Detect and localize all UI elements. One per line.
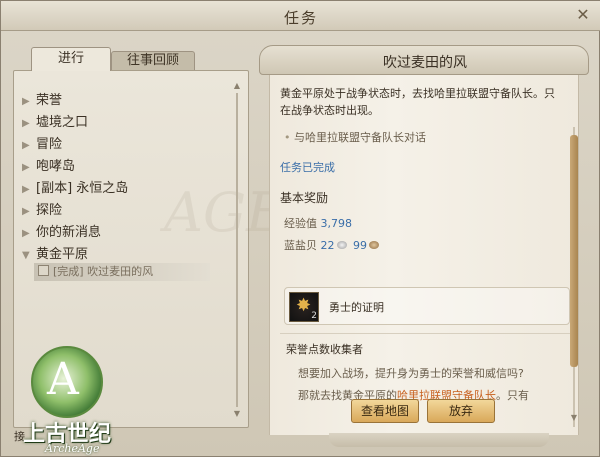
quest-title: 吹过麦田的风 [383, 55, 467, 71]
quest-description: 黄金平原处于战争状态时，去找哈里拉联盟守备队长。只在战争状态时出现。 [280, 87, 555, 117]
next-quest-title: 荣誉点数收集者 [286, 343, 363, 356]
category-label: 冒险 [36, 137, 63, 152]
category-roaring-island[interactable]: ▶ 咆哮岛 [22, 155, 75, 177]
category-dungeon-eternal-island[interactable]: ▶ [副本] 永恒之岛 [22, 177, 128, 199]
category-new-messages[interactable]: ▶ 你的新消息 [22, 221, 101, 243]
category-ruins[interactable]: ▶ 墟境之口 [22, 111, 88, 133]
view-map-button[interactable]: 查看地图 [351, 399, 419, 423]
medal-glyph: ✸ [296, 295, 312, 316]
category-label: 黄金平原 [36, 247, 89, 262]
silver-coin-icon [336, 241, 347, 249]
list-scrollbar[interactable]: ▲ ▼ [232, 81, 242, 419]
checkbox-icon[interactable] [38, 265, 49, 276]
expand-arrow-icon: ▶ [22, 96, 30, 107]
category-honor[interactable]: ▶ 荣誉 [22, 89, 62, 111]
quest-item-selected[interactable]: [完成] 吹过麦田的风 [34, 263, 210, 281]
scroll-thumb[interactable] [570, 135, 578, 367]
quest-objective: 与哈里拉联盟守备队长对话 [284, 129, 426, 145]
category-label: 荣誉 [36, 93, 63, 108]
logo-english-text: ArcheAge [45, 442, 100, 455]
line2-suffix: 。只有 [496, 389, 529, 402]
currency-label: 蓝盐贝 [284, 239, 317, 252]
xp-value: 3,798 [320, 217, 353, 230]
close-icon[interactable]: ✕ [573, 5, 593, 25]
archeage-logo: A 上古世纪 ArcheAge [23, 346, 123, 456]
expand-arrow-icon: ▶ [22, 206, 30, 217]
quest-item-label: [完成] 吹过麦田的风 [53, 265, 154, 278]
expand-arrow-icon: ▶ [22, 162, 30, 173]
category-label: 咆哮岛 [36, 159, 76, 174]
detail-scrollbar[interactable]: ▼ [568, 127, 580, 427]
reward-item: ✸ 2 勇士的证明 [284, 287, 570, 325]
item-name: 勇士的证明 [329, 301, 384, 314]
scroll-down-icon[interactable]: ▼ [232, 409, 242, 419]
xp-reward: 经验值 3,798 [284, 215, 352, 231]
scroll-paper: 黄金平原处于战争状态时，去找哈里拉联盟守备队长。只在战争状态时出现。 与哈里拉联… [269, 75, 579, 435]
silver-amount: 22 [320, 239, 335, 252]
quest-detail-panel: 黄金平原处于战争状态时，去找哈里拉联盟守备队长。只在战争状态时出现。 与哈里拉联… [259, 45, 589, 447]
expand-arrow-icon: ▶ [22, 228, 30, 239]
scroll-down-icon[interactable]: ▼ [568, 413, 580, 425]
category-label: 墟境之口 [36, 115, 89, 130]
quest-status: 任务已完成 [280, 161, 335, 174]
expand-arrow-icon: ▶ [22, 140, 30, 151]
expand-arrow-icon: ▶ [22, 118, 30, 129]
expand-arrow-icon: ▶ [22, 184, 30, 195]
rewards-heading: 基本奖励 [280, 191, 329, 205]
scroll-up-icon[interactable]: ▲ [232, 81, 242, 91]
category-adventure[interactable]: ▶ 冒险 [22, 133, 62, 155]
category-golden-plains[interactable]: ▼ 黄金平原 [22, 243, 88, 265]
collapse-arrow-icon: ▼ [22, 250, 30, 261]
category-label: 探险 [36, 203, 63, 218]
medal-icon[interactable]: ✸ 2 [289, 292, 319, 322]
divider [280, 333, 570, 334]
category-label: 你的新消息 [36, 225, 102, 240]
tab-history[interactable]: 往事回顾 [111, 51, 195, 71]
logo-a-glyph: A [47, 354, 79, 405]
bronze-amount: 99 [353, 239, 367, 252]
tab-in-progress[interactable]: 进行 [31, 47, 111, 71]
category-exploration[interactable]: ▶ 探险 [22, 199, 62, 221]
scroll-track[interactable] [236, 93, 238, 407]
next-quest-line1: 想要加入战场，提升身为勇士的荣誉和威信吗? [298, 367, 524, 380]
currency-reward: 蓝盐贝 22 99 [284, 237, 382, 253]
quest-window: 任务 ✕ 进行 往事回顾 AGE ▶ 荣誉 ▶ 墟境之口 ▶ 冒险 ▶ 咆哮岛 ▶ [副本… [0, 0, 600, 457]
scroll-roll-bottom [329, 433, 549, 447]
bronze-coin-icon [369, 241, 379, 249]
xp-label: 经验值 [284, 217, 317, 230]
title-bar[interactable]: 任务 ✕ [1, 1, 600, 31]
category-label: [副本] 永恒之岛 [36, 181, 129, 196]
item-count: 2 [311, 311, 317, 321]
window-title: 任务 [283, 9, 318, 27]
abandon-button[interactable]: 放弃 [427, 399, 495, 423]
scroll-header: 吹过麦田的风 [259, 45, 589, 75]
